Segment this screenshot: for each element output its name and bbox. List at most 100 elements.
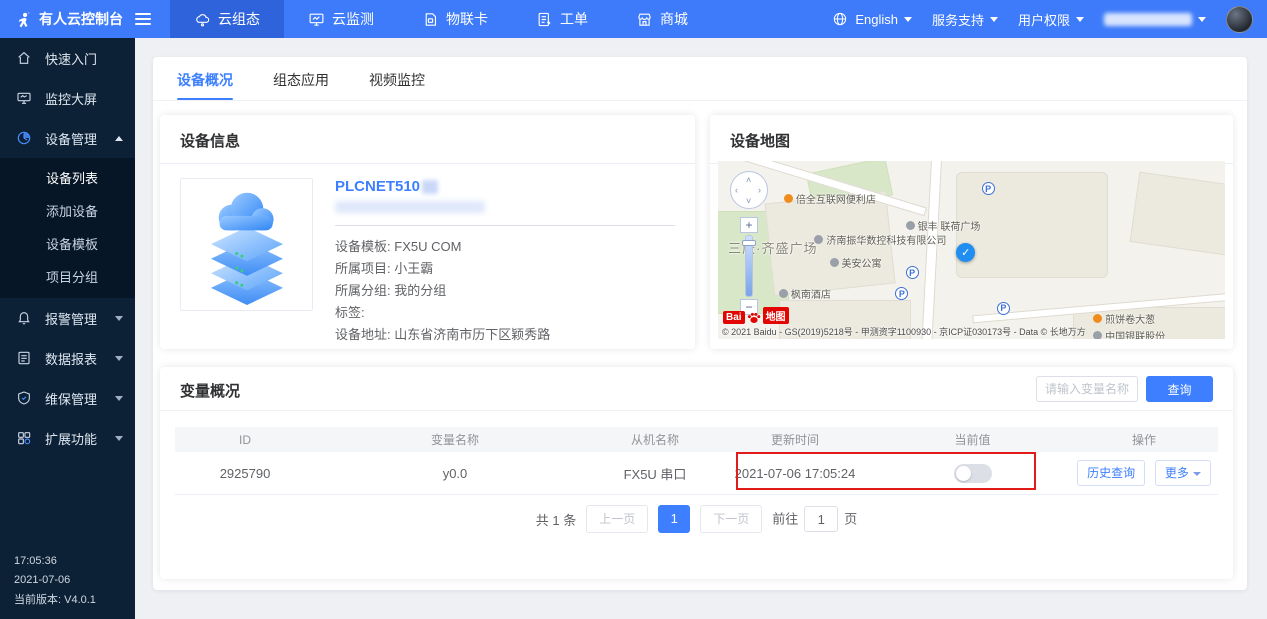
- nav-item-cloud-scada[interactable]: 云组态: [170, 0, 284, 38]
- sidebar-item-quick-start[interactable]: 快速入门: [0, 38, 135, 78]
- menu-toggle-icon[interactable]: [135, 13, 151, 25]
- store-icon: [636, 11, 653, 28]
- sidebar-item-label: 数据报表: [45, 349, 115, 368]
- sidebar-item-device-management[interactable]: 设备管理: [0, 118, 135, 158]
- support-dropdown[interactable]: 服务支持: [932, 10, 998, 29]
- pan-up-icon[interactable]: ˄: [746, 176, 751, 185]
- page-number-1[interactable]: 1: [658, 505, 690, 533]
- goto-page: 前往页: [772, 506, 857, 532]
- cell-current-value: [875, 464, 1070, 483]
- toggle-knob: [956, 466, 971, 481]
- map-poi-label: 济南振华数控科技有限公司: [814, 232, 946, 247]
- account-dropdown[interactable]: [1104, 13, 1206, 26]
- nav-item-label: 云组态: [218, 9, 260, 29]
- sidebar-subitem-project-group[interactable]: 项目分组: [0, 261, 135, 294]
- sidebar-subitem-add-device[interactable]: 添加设备: [0, 195, 135, 228]
- navbar-right: English 服务支持 用户权限: [832, 0, 1267, 38]
- sidebar-item-monitor-screen[interactable]: 监控大屏: [0, 78, 135, 118]
- zoom-slider[interactable]: [745, 235, 753, 297]
- map-road: [920, 161, 942, 339]
- sidebar-item-data-report[interactable]: 数据报表: [0, 338, 135, 378]
- tab-device-overview[interactable]: 设备概况: [177, 58, 233, 100]
- goto-suffix: 页: [844, 512, 857, 527]
- cloud-icon: [194, 11, 211, 28]
- baidu-logo-text2: 地图: [763, 307, 789, 324]
- tab-scada-app[interactable]: 组态应用: [273, 58, 329, 100]
- goto-page-input[interactable]: [804, 506, 838, 532]
- brand[interactable]: 有人云控制台: [0, 0, 170, 38]
- nav-item-mall[interactable]: 商城: [612, 0, 712, 38]
- chevron-down-icon: [115, 356, 123, 361]
- chevron-down-icon: [115, 436, 123, 441]
- map-poi-label: 倍全互联网便利店: [784, 191, 876, 206]
- chevron-down-icon: [1198, 17, 1206, 22]
- map-poi-label: 中国银联股份: [1093, 328, 1165, 339]
- nav-item-iot-card[interactable]: 物联卡: [398, 0, 512, 38]
- parking-icon: P: [997, 302, 1010, 315]
- sidebar-item-maintenance[interactable]: 维保管理: [0, 378, 135, 418]
- nav-item-label: 云监测: [332, 9, 374, 29]
- poi-icon: [906, 221, 915, 230]
- globe-icon: [832, 11, 849, 28]
- shield-icon: [16, 390, 33, 407]
- map-pan-control[interactable]: ˄ ‹ › ˅: [730, 171, 768, 209]
- device-info-fields: PLCNET510 设备模板: FX5U COM 所属项目: 小王霸 所属分组:…: [335, 178, 675, 346]
- history-query-button[interactable]: 历史查询: [1077, 460, 1145, 486]
- sidebar-subitem-device-template[interactable]: 设备模板: [0, 228, 135, 261]
- device-info-card: 设备信息: [160, 115, 695, 349]
- map-block: [1129, 171, 1225, 257]
- avatar[interactable]: [1226, 6, 1253, 33]
- brand-title: 有人云控制台: [39, 9, 123, 29]
- next-page-button[interactable]: 下一页: [700, 505, 762, 533]
- tab-video-monitor[interactable]: 视频监控: [369, 58, 425, 100]
- nav-item-cloud-monitor[interactable]: 云监测: [284, 0, 398, 38]
- monitor-icon: [308, 11, 325, 28]
- sidebar-item-label: 扩展功能: [45, 429, 115, 448]
- sidebar-item-label: 设备管理: [45, 129, 115, 148]
- sidebar-subitem-device-list[interactable]: 设备列表: [0, 162, 135, 195]
- field-value: 山东省济南市历下区颖秀路: [394, 327, 550, 342]
- baidu-logo: Bai 地图: [723, 307, 789, 324]
- field-label: 所属分组:: [335, 283, 391, 298]
- variable-search: 查询: [1036, 376, 1213, 402]
- device-map-title: 设备地图: [710, 115, 1233, 164]
- chevron-down-icon: [1076, 17, 1084, 22]
- zoom-in-button[interactable]: +: [740, 217, 758, 233]
- poi-icon: [779, 289, 788, 298]
- device-management-icon: [16, 130, 33, 147]
- pan-right-icon[interactable]: ›: [758, 186, 761, 195]
- device-management-submenu: 设备列表 添加设备 设备模板 项目分组: [0, 158, 135, 298]
- map-poi-label: 枫南酒店: [779, 286, 831, 301]
- language-dropdown[interactable]: English: [832, 11, 912, 28]
- device-name-link[interactable]: PLCNET510: [335, 178, 420, 195]
- permission-dropdown[interactable]: 用户权限: [1018, 10, 1084, 29]
- main-content: 设备概况 组态应用 视频监控 设备信息: [153, 57, 1247, 590]
- cell-updated: 2021-07-06 17:05:24: [715, 466, 875, 481]
- sidebar: 快速入门 监控大屏 设备管理 设备列表 添加设备 设备模板 项目分组 报警管理: [0, 38, 135, 619]
- pagination: 共 1 条 上一页 1 下一页 前往页: [160, 505, 1233, 533]
- search-button[interactable]: 查询: [1146, 376, 1213, 402]
- value-toggle[interactable]: [954, 464, 992, 483]
- variable-search-input[interactable]: [1036, 376, 1138, 402]
- sidebar-item-alarm-management[interactable]: 报警管理: [0, 298, 135, 338]
- home-icon: [16, 50, 33, 67]
- col-header-value: 当前值: [875, 431, 1070, 448]
- usr-logo-icon: [14, 11, 31, 28]
- sim-card-icon: [422, 11, 439, 28]
- map-poi-label: 银丰 联荷广场: [906, 218, 981, 233]
- baidu-map[interactable]: 倍全互联网便利店 三庆·齐盛广场 济南振华数控科技有限公司 美安公寓 枫南酒店 …: [718, 161, 1225, 339]
- prev-page-button[interactable]: 上一页: [586, 505, 648, 533]
- col-header-actions: 操作: [1070, 431, 1218, 448]
- top-navbar: 有人云控制台 云组态 云监测 物联卡: [0, 0, 1267, 38]
- redacted-username: [1104, 13, 1192, 26]
- big-screen-icon: [16, 90, 33, 107]
- more-button[interactable]: 更多: [1155, 460, 1211, 486]
- zoom-slider-knob[interactable]: [742, 240, 756, 246]
- nav-item-work-order[interactable]: 工单: [512, 0, 612, 38]
- language-label: English: [855, 12, 898, 27]
- pan-left-icon[interactable]: ‹: [735, 186, 738, 195]
- pan-down-icon[interactable]: ˅: [746, 197, 751, 206]
- device-image: [180, 178, 313, 311]
- detail-tabs: 设备概况 组态应用 视频监控: [153, 57, 1247, 101]
- sidebar-item-extensions[interactable]: 扩展功能: [0, 418, 135, 458]
